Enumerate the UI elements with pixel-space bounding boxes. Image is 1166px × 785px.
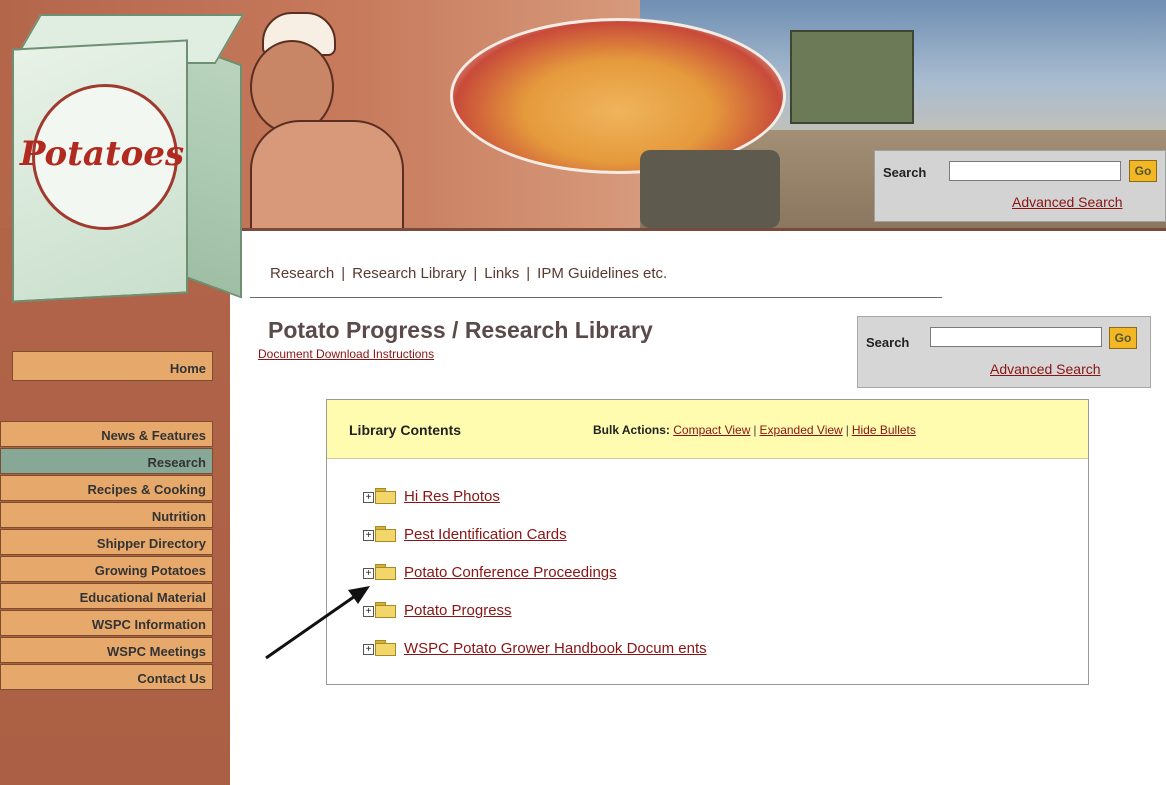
library-title: Library Contents xyxy=(349,422,462,438)
header-search-label: Search xyxy=(883,165,927,180)
header-divider xyxy=(230,228,1166,231)
section-subnav: Research | Research Library | Links | IPM Guid… xyxy=(270,265,667,282)
library-item-link[interactable]: WSPC Potato Grower Handbook Docum ents xyxy=(404,640,707,657)
nav-item-contact-us[interactable]: Contact Us xyxy=(0,664,213,690)
header-search-go-button[interactable]: Go xyxy=(1129,160,1157,182)
expand-plus-icon[interactable]: + xyxy=(363,492,374,503)
washington-potatoes-logo[interactable]: Potatoes xyxy=(11,14,245,303)
page-title: Potato Progress / Research Library xyxy=(268,317,653,343)
library-tree-row: + Hi Res Photos xyxy=(363,488,707,526)
subnav-link-links[interactable]: Links xyxy=(484,265,519,282)
library-tree-row: + Pest Identification Cards xyxy=(363,526,707,564)
library-item-link[interactable]: Pest Identification Cards xyxy=(404,526,567,543)
subnav-divider xyxy=(250,297,942,298)
subnav-separator: | xyxy=(526,265,531,282)
library-contents-panel: Library Contents Bulk Actions: Compact V… xyxy=(326,399,1089,685)
library-tree: + Hi Res Photos + Pest Identification Ca… xyxy=(363,488,707,678)
chef-illustration xyxy=(250,120,404,228)
bulk-separator: | xyxy=(845,423,849,437)
hide-bullets-link[interactable]: Hide Bullets xyxy=(852,423,916,437)
library-tree-row: + Potato Conference Proceedings xyxy=(363,564,707,602)
header-search-box: Search Go Advanced Search xyxy=(874,150,1166,222)
nav-item-nutrition[interactable]: Nutrition xyxy=(0,502,213,528)
nav-item-recipes-cooking[interactable]: Recipes & Cooking xyxy=(0,475,213,501)
library-header: Library Contents Bulk Actions: Compact V… xyxy=(327,400,1088,459)
subnav-separator: | xyxy=(341,265,346,282)
library-search-go-button[interactable]: Go xyxy=(1109,327,1137,349)
expanded-view-link[interactable]: Expanded View xyxy=(760,423,843,437)
logo-text: Potatoes xyxy=(19,134,185,174)
bulk-separator: | xyxy=(753,423,757,437)
nav-item-news-features[interactable]: News & Features xyxy=(0,421,213,447)
library-item-link[interactable]: Potato Progress xyxy=(404,602,512,619)
library-search-input[interactable] xyxy=(930,327,1102,347)
tractor-image xyxy=(790,30,914,124)
header-search-input[interactable] xyxy=(949,161,1121,181)
tractor-wheel-image xyxy=(640,150,780,228)
sidebar-nav: News & Features Research Recipes & Cooki… xyxy=(0,421,216,691)
nav-item-educational-material[interactable]: Educational Material xyxy=(0,583,213,609)
nav-item-wspc-meetings[interactable]: WSPC Meetings xyxy=(0,637,213,663)
document-download-instructions-link[interactable]: Document Download Instructions xyxy=(258,347,434,361)
library-item-link[interactable]: Potato Conference Proceedings xyxy=(404,564,617,581)
nav-item-research[interactable]: Research xyxy=(0,448,213,474)
subnav-link-research[interactable]: Research xyxy=(270,265,334,282)
folder-icon xyxy=(375,488,397,504)
bulk-actions-label: Bulk Actions: xyxy=(593,423,670,437)
nav-item-shipper-directory[interactable]: Shipper Directory xyxy=(0,529,213,555)
nav-item-growing-potatoes[interactable]: Growing Potatoes xyxy=(0,556,213,582)
header-advanced-search-link[interactable]: Advanced Search xyxy=(1012,194,1123,210)
expand-plus-icon[interactable]: + xyxy=(363,530,374,541)
library-advanced-search-link[interactable]: Advanced Search xyxy=(990,361,1101,377)
library-item-link[interactable]: Hi Res Photos xyxy=(404,488,500,505)
compact-view-link[interactable]: Compact View xyxy=(673,423,750,437)
nav-item-wspc-information[interactable]: WSPC Information xyxy=(0,610,213,636)
subnav-link-research-library[interactable]: Research Library xyxy=(352,265,466,282)
nav-item-home[interactable]: Home xyxy=(12,351,213,381)
logo-box-side xyxy=(184,43,242,299)
library-search-box: Search Go Advanced Search xyxy=(857,316,1151,388)
annotation-arrow-icon xyxy=(265,586,370,660)
folder-icon xyxy=(375,526,397,542)
library-search-label: Search xyxy=(866,335,910,350)
subnav-link-ipm-guidelines[interactable]: IPM Guidelines etc. xyxy=(537,265,667,282)
subnav-separator: | xyxy=(473,265,478,282)
bulk-actions: Bulk Actions: Compact View | Expanded View… xyxy=(593,423,916,437)
library-tree-row: + WSPC Potato Grower Handbook Docum ents xyxy=(363,640,707,678)
library-tree-row: + Potato Progress xyxy=(363,602,707,640)
